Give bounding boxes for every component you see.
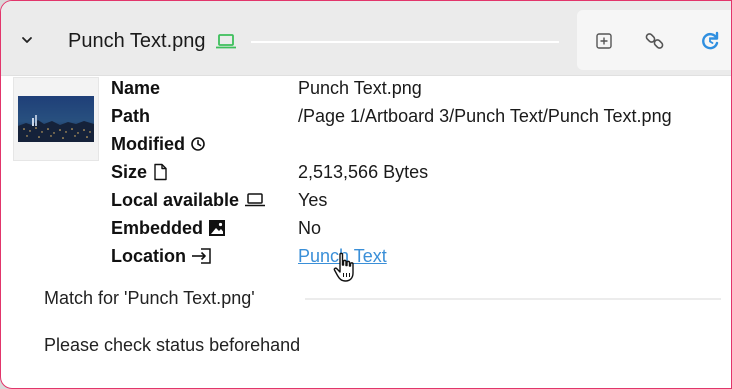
file-icon xyxy=(154,163,167,181)
toolbar xyxy=(577,10,731,70)
clock-icon xyxy=(191,137,205,151)
modified-label: Modified xyxy=(111,130,206,158)
chevron-down-icon[interactable] xyxy=(18,31,36,49)
location-label: Location xyxy=(111,242,213,270)
local-available-label: Local available xyxy=(111,186,266,214)
local-available-value: Yes xyxy=(298,189,328,210)
path-value: /Page 1/Artboard 3/Punch Text/Punch Text… xyxy=(298,105,672,126)
hand-cursor-icon xyxy=(331,251,361,285)
image-icon xyxy=(209,220,226,236)
size-value: 2,513,566 Bytes xyxy=(298,161,429,182)
embedded-value: No xyxy=(298,217,322,238)
path-label: Path xyxy=(111,105,151,126)
status-message: Please check status beforehand xyxy=(44,335,301,355)
name-value: Punch Text.png xyxy=(298,77,422,98)
refresh-icon[interactable] xyxy=(698,29,722,53)
header-divider xyxy=(251,41,559,43)
match-heading: Match for 'Punch Text.png' xyxy=(44,288,255,308)
embedded-label: Embedded xyxy=(111,214,226,242)
link-icon[interactable] xyxy=(643,29,667,53)
add-square-icon[interactable] xyxy=(592,29,616,53)
image-thumbnail xyxy=(13,77,99,161)
enter-icon xyxy=(192,248,211,264)
panel-title: Punch Text.png xyxy=(68,30,206,52)
panel-header: Punch Text.png xyxy=(1,1,731,76)
file-info-panel: Punch Text.png Name Path Modified Size L… xyxy=(0,0,732,389)
laptop-icon xyxy=(245,193,266,207)
size-label: Size xyxy=(111,158,168,186)
name-label: Name xyxy=(111,77,161,98)
match-divider xyxy=(305,298,721,300)
laptop-icon xyxy=(215,32,237,50)
